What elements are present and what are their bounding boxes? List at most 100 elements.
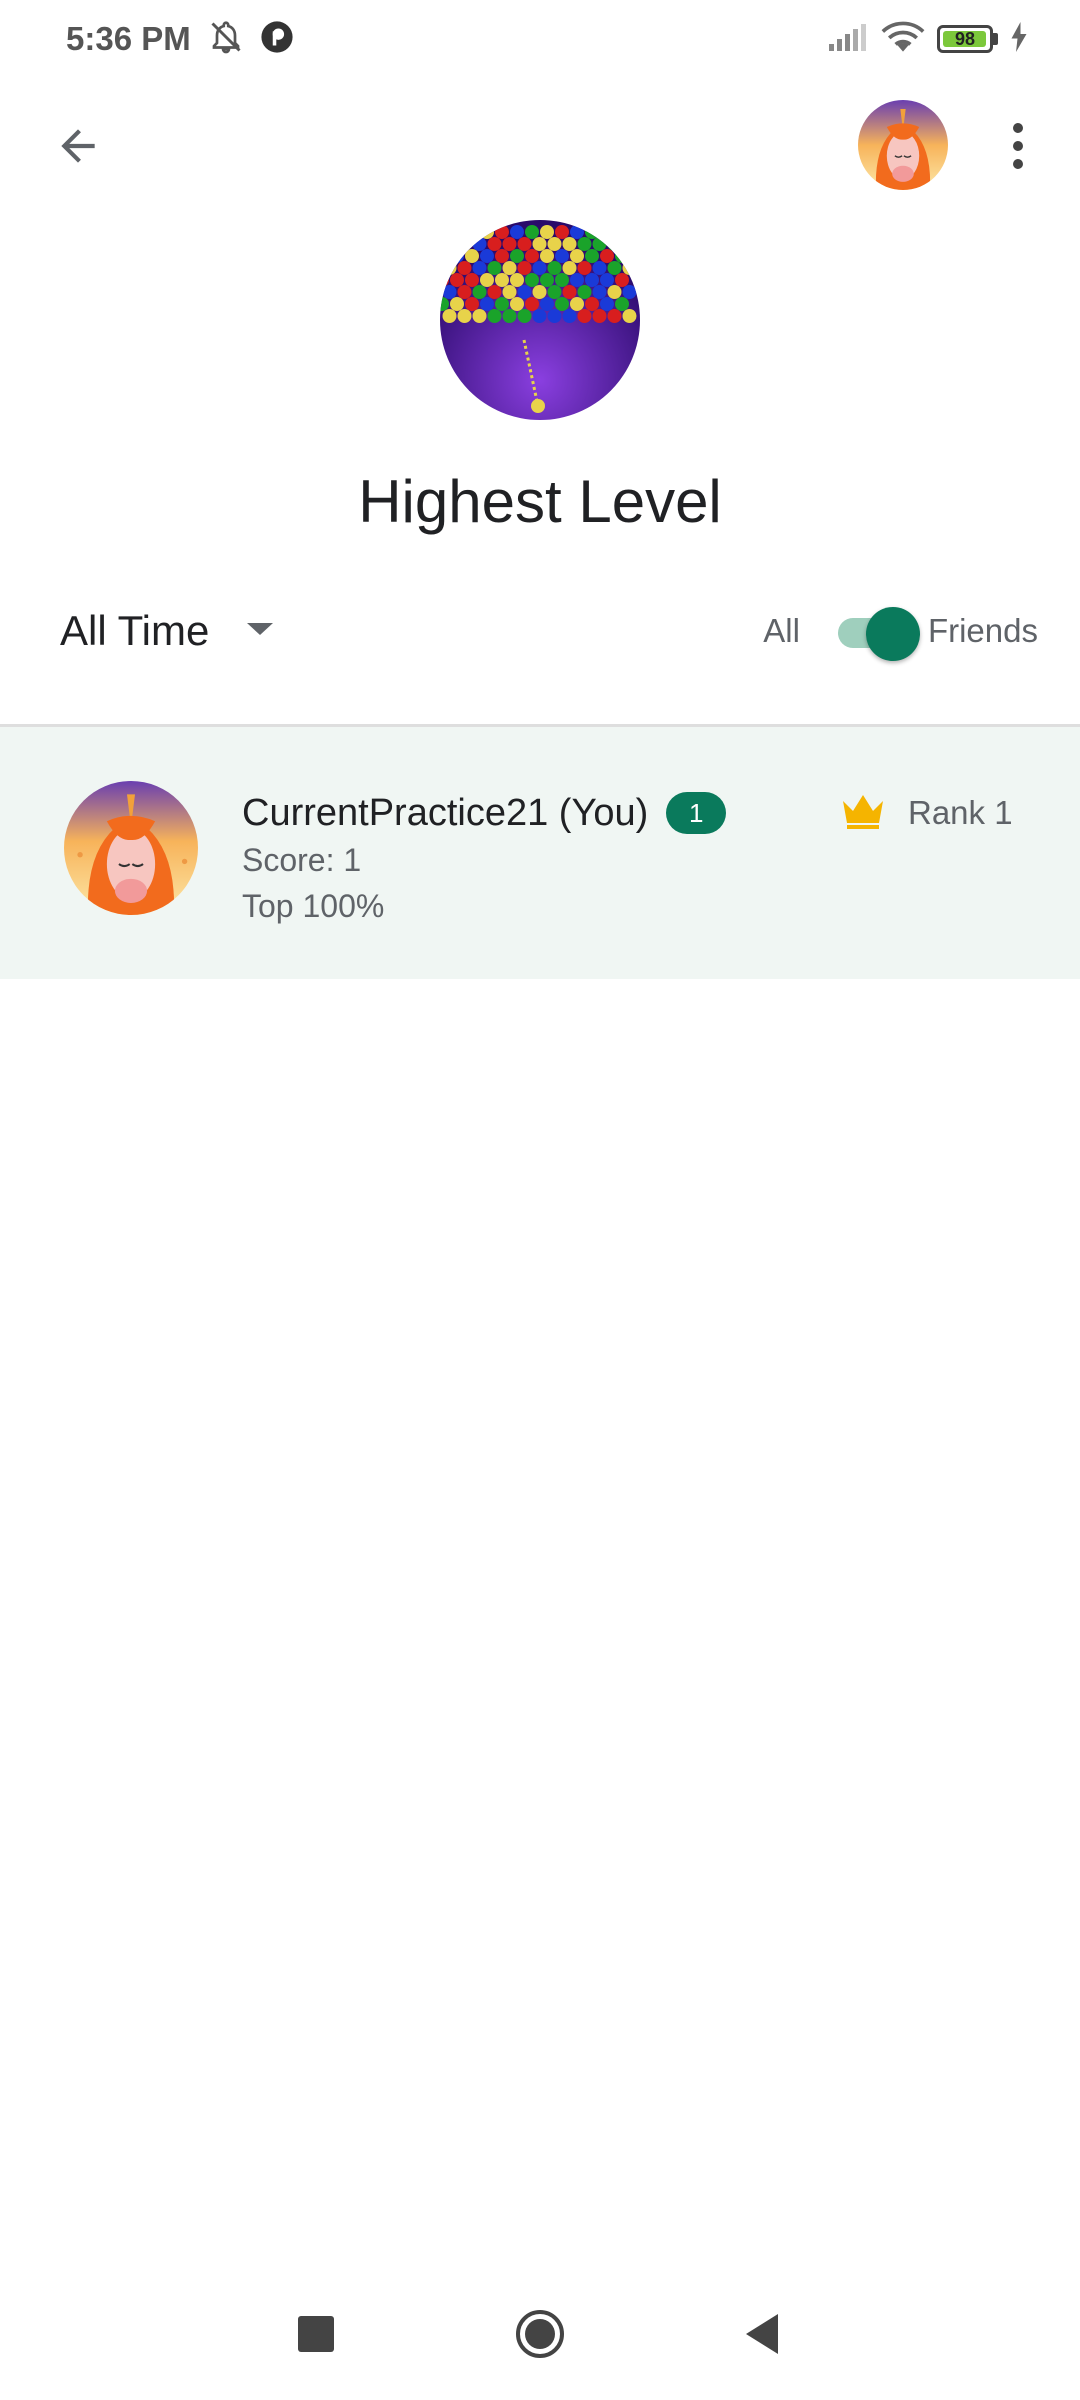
bubble bbox=[450, 249, 464, 263]
bubble bbox=[487, 285, 502, 299]
bubble bbox=[450, 225, 464, 239]
bubble bbox=[570, 297, 584, 311]
bubble bbox=[532, 309, 547, 323]
bubble bbox=[570, 273, 584, 287]
bubble bbox=[472, 261, 487, 275]
bubble bbox=[577, 285, 592, 299]
bubble bbox=[562, 237, 577, 251]
rank-label: Rank 1 bbox=[908, 794, 1013, 831]
bubble bbox=[622, 309, 637, 323]
bubble bbox=[472, 237, 487, 251]
bubble bbox=[555, 249, 569, 263]
nav-back-button[interactable] bbox=[740, 2310, 784, 2358]
bubble bbox=[570, 249, 584, 263]
more-options-button[interactable] bbox=[990, 110, 1046, 186]
bubble bbox=[547, 309, 562, 323]
charging-icon bbox=[1010, 21, 1028, 57]
arrow-back-icon bbox=[53, 121, 103, 176]
bubble bbox=[585, 273, 599, 287]
battery-icon: 98 bbox=[937, 25, 993, 53]
bubble bbox=[570, 225, 584, 239]
profile-avatar-button[interactable] bbox=[858, 100, 948, 190]
bubble bbox=[465, 297, 479, 311]
bubble bbox=[532, 285, 547, 299]
bubble bbox=[525, 225, 539, 239]
player-name: CurrentPractice21 (You) bbox=[242, 791, 649, 834]
bubble bbox=[547, 237, 562, 251]
battery-cap bbox=[993, 33, 998, 45]
bubble bbox=[487, 261, 502, 275]
bubble bbox=[495, 225, 509, 239]
player-name-line: CurrentPractice21 (You) 1 bbox=[242, 783, 727, 843]
bubble bbox=[622, 285, 637, 299]
leaderboard-row[interactable]: CurrentPractice21 (You) 1 Score: 1 Top 1… bbox=[0, 727, 1080, 979]
player-rank: Rank 1 bbox=[840, 783, 1013, 843]
bubble bbox=[547, 261, 562, 275]
bubble bbox=[480, 225, 494, 239]
bubble bbox=[525, 249, 539, 263]
unicorn-avatar-icon bbox=[858, 100, 948, 190]
bubble bbox=[510, 225, 524, 239]
bubble bbox=[532, 237, 547, 251]
wifi-icon bbox=[881, 20, 925, 59]
player-score: Score: 1 bbox=[242, 842, 362, 878]
bubble bbox=[465, 249, 479, 263]
bubble bbox=[615, 249, 629, 263]
bubble bbox=[495, 273, 509, 287]
player-percentile: Top 100% bbox=[242, 888, 385, 924]
bubble bbox=[540, 273, 554, 287]
time-filter-dropdown[interactable]: All Time bbox=[60, 596, 275, 666]
bubble bbox=[502, 285, 517, 299]
bubble bbox=[517, 237, 532, 251]
bubble bbox=[615, 273, 629, 287]
back-triangle-icon bbox=[746, 2314, 778, 2354]
bubble bbox=[547, 285, 562, 299]
bubble bbox=[577, 261, 592, 275]
bubble bbox=[577, 309, 592, 323]
leaderboard-title: Highest Level bbox=[358, 468, 722, 535]
game-icon bbox=[440, 220, 640, 420]
bubble bbox=[517, 285, 532, 299]
bubble bbox=[465, 273, 479, 287]
bubble bbox=[540, 225, 554, 239]
home-button[interactable] bbox=[514, 2308, 566, 2360]
bubble bbox=[592, 285, 607, 299]
bubble bbox=[510, 297, 524, 311]
bubble bbox=[562, 261, 577, 275]
bubble bbox=[622, 261, 637, 275]
bubble bbox=[457, 237, 472, 251]
recents-button[interactable] bbox=[298, 2316, 334, 2352]
bubble bbox=[487, 237, 502, 251]
bubble bbox=[442, 237, 457, 251]
bubble bbox=[592, 309, 607, 323]
level-badge: 1 bbox=[666, 792, 727, 834]
bubble bbox=[457, 309, 472, 323]
bubble bbox=[502, 237, 517, 251]
toggle-friends-label: Friends bbox=[927, 612, 1038, 649]
bubble bbox=[480, 249, 494, 263]
bubble bbox=[442, 285, 457, 299]
bubble bbox=[457, 261, 472, 275]
bubble bbox=[555, 297, 569, 311]
bubble bbox=[472, 285, 487, 299]
status-icons-left bbox=[208, 18, 294, 60]
status-icons-right: 98 bbox=[827, 18, 1028, 60]
bubble bbox=[577, 237, 592, 251]
back-button[interactable] bbox=[40, 110, 116, 186]
bubble bbox=[540, 297, 554, 311]
unicorn-avatar-icon bbox=[64, 781, 198, 915]
bubble bbox=[480, 297, 494, 311]
avatar bbox=[64, 781, 198, 915]
bubble bbox=[562, 285, 577, 299]
bubble bbox=[450, 297, 464, 311]
bubble bbox=[440, 249, 449, 263]
home-circle-icon bbox=[516, 2310, 564, 2358]
friends-switch[interactable] bbox=[828, 601, 920, 661]
signal-icon bbox=[827, 22, 869, 57]
friends-toggle-group: All Friends bbox=[763, 596, 1038, 666]
bubble bbox=[510, 273, 524, 287]
bubble bbox=[510, 249, 524, 263]
bubble bbox=[585, 249, 599, 263]
bubble bbox=[600, 249, 614, 263]
bubble bbox=[472, 309, 487, 323]
